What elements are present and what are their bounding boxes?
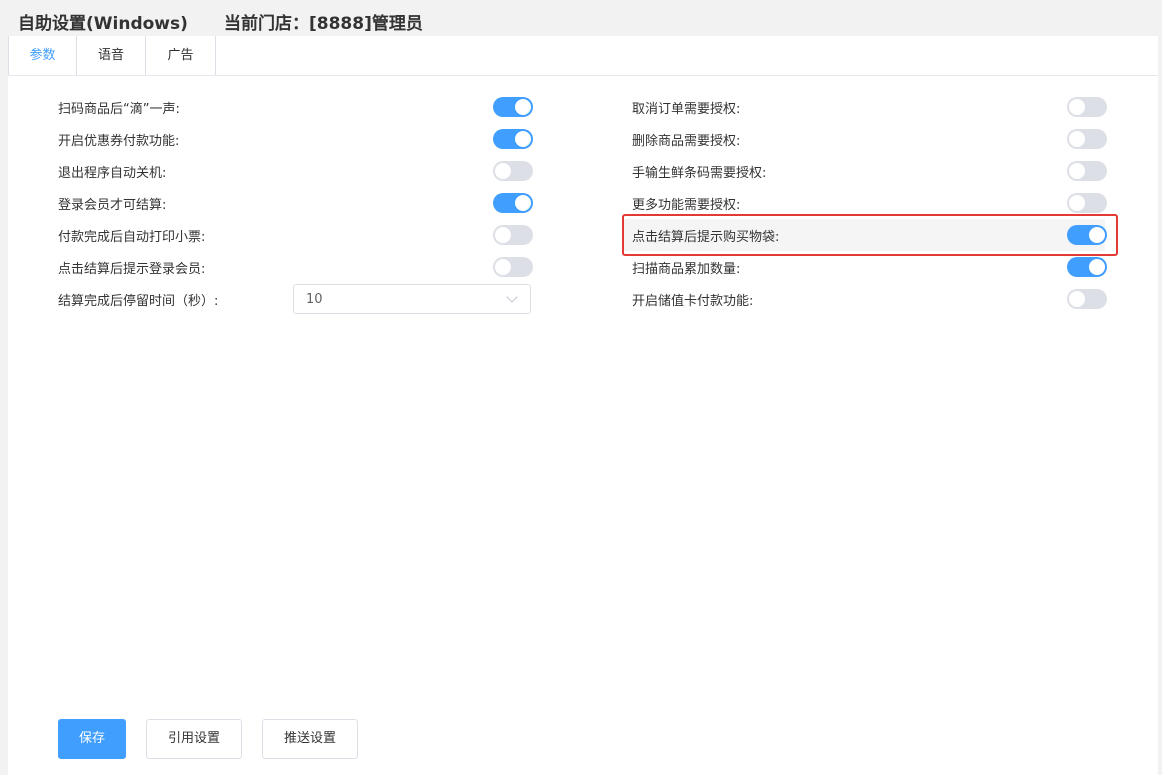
setting-label: 更多功能需要授权: <box>632 198 741 213</box>
switch-knob <box>1069 195 1085 211</box>
setting-label: 手输生鲜条码需要授权: <box>632 166 767 181</box>
switch-knob <box>1089 227 1105 243</box>
push-settings-button[interactable]: 推送设置 <box>262 719 358 759</box>
prompt-shopping-bag-switch[interactable] <box>1067 225 1107 245</box>
more-functions-auth-switch[interactable] <box>1067 193 1107 213</box>
setting-label: 开启优惠券付款功能: <box>58 134 180 149</box>
setting-more-functions-auth: 更多功能需要授权: <box>632 187 1112 219</box>
coupon-payment-switch[interactable] <box>493 129 533 149</box>
setting-label: 点击结算后提示登录会员: <box>58 262 206 277</box>
setting-accumulate-quantity: 扫描商品累加数量: <box>632 251 1112 283</box>
member-checkout-switch[interactable] <box>493 193 533 213</box>
setting-cancel-order-auth: 取消订单需要授权: <box>632 91 1112 123</box>
setting-label: 登录会员才可结算: <box>58 198 167 213</box>
fresh-barcode-auth-switch[interactable] <box>1067 161 1107 181</box>
switch-knob <box>1069 163 1085 179</box>
save-button[interactable]: 保存 <box>58 719 126 759</box>
stay-time-label: 结算完成后停留时间（秒）: <box>58 294 219 309</box>
switch-knob <box>1069 291 1085 307</box>
setting-label: 付款完成后自动打印小票: <box>58 230 206 245</box>
header: 自助设置(Windows) 当前门店：[8888]管理员 <box>0 0 1162 36</box>
setting-member-checkout: 登录会员才可结算: <box>58 187 538 219</box>
tab-params[interactable]: 参数 <box>8 36 77 75</box>
switch-knob <box>495 259 511 275</box>
setting-scan-beep: 扫码商品后“滴”一声: <box>58 91 538 123</box>
setting-label: 开启储值卡付款功能: <box>632 294 754 309</box>
stay-time-value: 10 <box>306 292 323 307</box>
switch-knob <box>515 99 531 115</box>
setting-auto-shutdown: 退出程序自动关机: <box>58 155 538 187</box>
setting-label: 扫码商品后“滴”一声: <box>58 102 180 117</box>
delete-item-auth-switch[interactable] <box>1067 129 1107 149</box>
settings-panel: 扫码商品后“滴”一声: 开启优惠券付款功能: 退出程序自动关机: 登录会员才可结… <box>8 76 1158 775</box>
switch-knob <box>515 195 531 211</box>
tab-ads[interactable]: 广告 <box>146 36 216 75</box>
reference-settings-button[interactable]: 引用设置 <box>146 719 242 759</box>
switch-knob <box>1069 131 1085 147</box>
current-store-label: 当前门店：[8888]管理员 <box>224 14 423 34</box>
tab-bar: 参数 语音 广告 <box>8 36 1158 76</box>
switch-knob <box>1089 259 1105 275</box>
auto-print-receipt-switch[interactable] <box>493 225 533 245</box>
setting-stored-value-card: 开启储值卡付款功能: <box>632 283 1112 315</box>
setting-label: 删除商品需要授权: <box>632 134 741 149</box>
setting-fresh-barcode-auth: 手输生鲜条码需要授权: <box>632 155 1112 187</box>
scan-beep-switch[interactable] <box>493 97 533 117</box>
switch-knob <box>495 227 511 243</box>
switch-knob <box>515 131 531 147</box>
accumulate-quantity-switch[interactable] <box>1067 257 1107 277</box>
setting-label: 取消订单需要授权: <box>632 102 741 117</box>
setting-label: 点击结算后提示购买物袋: <box>632 230 780 245</box>
auto-shutdown-switch[interactable] <box>493 161 533 181</box>
setting-label: 退出程序自动关机: <box>58 166 167 181</box>
setting-auto-print-receipt: 付款完成后自动打印小票: <box>58 219 538 251</box>
cancel-order-auth-switch[interactable] <box>1067 97 1107 117</box>
setting-prompt-shopping-bag: 点击结算后提示购买物袋: <box>632 219 1112 251</box>
setting-stay-time: 结算完成后停留时间（秒）: <box>58 283 298 315</box>
tab-voice[interactable]: 语音 <box>77 36 146 75</box>
stored-value-card-switch[interactable] <box>1067 289 1107 309</box>
switch-knob <box>495 163 511 179</box>
setting-delete-item-auth: 删除商品需要授权: <box>632 123 1112 155</box>
setting-prompt-member-login: 点击结算后提示登录会员: <box>58 251 538 283</box>
prompt-member-login-switch[interactable] <box>493 257 533 277</box>
setting-label: 扫描商品累加数量: <box>632 262 741 277</box>
setting-coupon-payment: 开启优惠券付款功能: <box>58 123 538 155</box>
chevron-down-icon <box>506 291 518 303</box>
app-title: 自助设置(Windows) <box>18 14 188 34</box>
stay-time-select[interactable]: 10 <box>293 284 531 314</box>
switch-knob <box>1069 99 1085 115</box>
